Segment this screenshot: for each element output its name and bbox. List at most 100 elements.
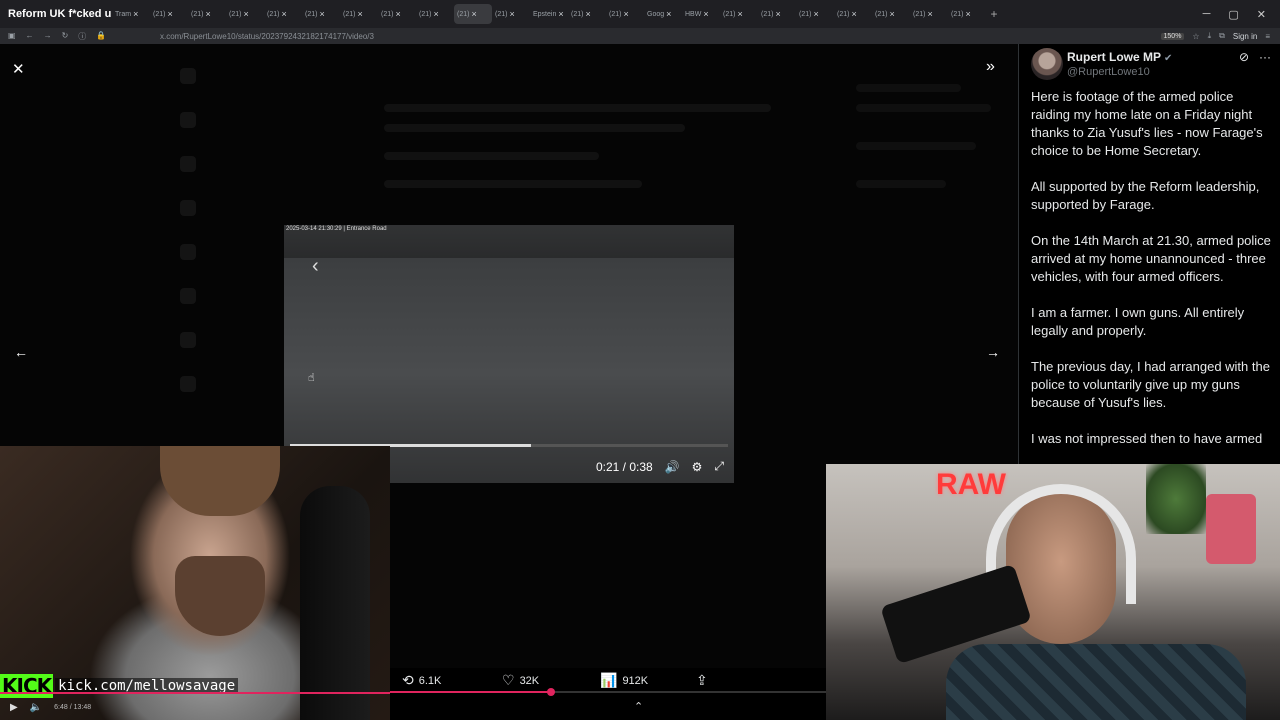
tab-active-title[interactable]: Reform UK f*cked up.. xyxy=(0,8,112,20)
tab-close-icon[interactable]: × xyxy=(927,9,932,19)
site-info-icon[interactable]: ⓘ xyxy=(78,31,86,42)
settings-icon[interactable]: ⚙ xyxy=(692,460,703,474)
like-button[interactable]: ♡ 32K xyxy=(502,672,539,689)
browser-tab[interactable]: (21) × xyxy=(872,4,910,24)
view-count: 912K xyxy=(622,674,649,687)
tab-close-icon[interactable]: × xyxy=(737,9,742,19)
stream-seek-bar[interactable] xyxy=(0,692,390,694)
browser-tab[interactable]: (21) × xyxy=(568,4,606,24)
browser-tab[interactable]: (21) × xyxy=(416,4,454,24)
tab-close-icon[interactable]: × xyxy=(281,9,286,19)
tab-label: (21) xyxy=(723,10,736,18)
pointer-cursor-icon: ☝ xyxy=(308,372,315,384)
chevron-left-icon[interactable]: ‹ xyxy=(312,255,319,278)
author-name[interactable]: Rupert Lowe MP ✔ xyxy=(1067,50,1172,64)
fullscreen-icon[interactable]: ⤢ xyxy=(714,459,724,474)
browser-tab[interactable]: (21) × xyxy=(720,4,758,24)
stream-seek-fill xyxy=(0,692,390,694)
playback-knob[interactable] xyxy=(547,688,556,696)
grok-icon[interactable]: ⊘ xyxy=(1239,50,1249,64)
browser-tab[interactable]: (21) × xyxy=(302,4,340,24)
tab-label: Epstein xyxy=(533,10,557,18)
browser-tab[interactable]: (21) × xyxy=(758,4,796,24)
tab-close-icon[interactable]: × xyxy=(851,9,856,19)
browser-tab[interactable]: (21) × xyxy=(834,4,872,24)
tab-close-icon[interactable]: × xyxy=(558,9,563,19)
browser-tab[interactable]: (21) × xyxy=(340,4,378,24)
tab-close-icon[interactable]: × xyxy=(243,9,248,19)
volume-icon[interactable]: 🔊 xyxy=(665,460,680,474)
sign-in-button[interactable]: Sign in xyxy=(1233,32,1257,41)
next-media-icon[interactable]: → xyxy=(986,344,1000,360)
browser-tab[interactable]: (21) × xyxy=(150,4,188,24)
streamer-webcam-left: KICK kick.com/mellowsavage ▶ 🔈 6:48 / 13… xyxy=(0,446,390,720)
download-icon[interactable]: ⤓ xyxy=(1208,31,1212,41)
tab-label: (21) xyxy=(381,10,394,18)
playback-bar[interactable] xyxy=(390,688,826,696)
browser-tab[interactable]: (21) × xyxy=(910,4,948,24)
sidebar-toggle-icon[interactable]: ▣ xyxy=(8,31,16,42)
tab-close-icon[interactable]: × xyxy=(395,9,400,19)
new-tab-button[interactable]: + xyxy=(986,7,1002,21)
video-player[interactable]: 2025-03-14 21:30:29 | Entrance Road ‹ ☝ … xyxy=(284,225,734,483)
play-icon[interactable]: ▶ xyxy=(10,702,18,713)
tab-close-icon[interactable]: × xyxy=(205,9,210,19)
streamer-webcam-right: RAW xyxy=(826,464,1280,720)
tab-close-icon[interactable]: × xyxy=(965,9,970,19)
browser-tab[interactable]: Goog × xyxy=(644,4,682,24)
browser-tab[interactable]: (21) × xyxy=(454,4,492,24)
mute-icon[interactable]: 🔈 xyxy=(30,702,42,713)
minimize-icon[interactable]: ─ xyxy=(1203,8,1211,20)
browser-tab[interactable]: (21) × xyxy=(378,4,416,24)
tab-close-icon[interactable]: × xyxy=(775,9,780,19)
close-window-icon[interactable]: ✕ xyxy=(1257,8,1266,21)
bookmark-star-icon[interactable]: ☆ xyxy=(1192,32,1199,41)
reload-icon[interactable]: ↻ xyxy=(62,31,69,42)
retweet-button[interactable]: ⟲ 6.1K xyxy=(402,672,441,689)
browser-menu-icon[interactable]: ≡ xyxy=(1265,32,1270,41)
browser-tab[interactable]: Tram × xyxy=(112,4,150,24)
maximize-icon[interactable]: ▢ xyxy=(1228,8,1238,21)
tab-close-icon[interactable]: × xyxy=(433,9,438,19)
lock-icon: 🔒 xyxy=(96,30,107,40)
previous-media-icon[interactable]: ← xyxy=(14,344,28,360)
bar-chart-icon: 📊 xyxy=(600,672,618,688)
browser-tab[interactable]: (21) × xyxy=(264,4,302,24)
share-button[interactable]: ⇪ xyxy=(696,672,708,689)
tab-close-icon[interactable]: × xyxy=(471,9,476,19)
tab-close-icon[interactable]: × xyxy=(889,9,894,19)
tab-close-icon[interactable]: × xyxy=(133,9,138,19)
dimmed-timeline xyxy=(384,104,814,200)
browser-tab[interactable]: (21) × xyxy=(492,4,530,24)
more-options-icon[interactable]: ··· xyxy=(1259,50,1271,64)
tab-close-icon[interactable]: × xyxy=(703,9,708,19)
back-icon[interactable]: ← xyxy=(26,31,34,42)
zoom-level[interactable]: 150% xyxy=(1160,32,1185,40)
browser-tab[interactable]: (21) × xyxy=(606,4,644,24)
browser-tab[interactable]: (21) × xyxy=(188,4,226,24)
browser-tab[interactable]: (21) × xyxy=(226,4,264,24)
tab-close-icon[interactable]: × xyxy=(585,9,590,19)
avatar[interactable] xyxy=(1031,48,1063,80)
tab-close-icon[interactable]: × xyxy=(319,9,324,19)
url-field[interactable]: x.com/RupertLowe10/status/20237924321821… xyxy=(160,32,1161,41)
tab-close-icon[interactable]: × xyxy=(666,9,671,19)
browser-tab[interactable]: Epstein × xyxy=(530,4,568,24)
tab-close-icon[interactable]: × xyxy=(623,9,628,19)
author-handle[interactable]: @RupertLowe10 xyxy=(1067,66,1150,78)
tab-close-icon[interactable]: × xyxy=(357,9,362,19)
expand-panel-icon[interactable]: » xyxy=(986,58,995,76)
tab-close-icon[interactable]: × xyxy=(509,9,514,19)
tab-label: (21) xyxy=(799,10,812,18)
close-icon[interactable]: ✕ xyxy=(12,60,25,78)
forward-icon[interactable]: → xyxy=(44,31,52,42)
tab-close-icon[interactable]: × xyxy=(813,9,818,19)
tweet-header: Rupert Lowe MP ✔ @RupertLowe10 ⊘ ··· xyxy=(1031,48,1271,84)
views-button[interactable]: 📊 912K xyxy=(600,672,648,689)
browser-tab[interactable]: (21) × xyxy=(796,4,834,24)
chevron-up-icon[interactable]: ⌃ xyxy=(634,700,643,713)
browser-tab[interactable]: HBW × xyxy=(682,4,720,24)
extensions-icon[interactable]: ⧉ xyxy=(1219,31,1225,41)
browser-tab[interactable]: (21) × xyxy=(948,4,986,24)
tab-close-icon[interactable]: × xyxy=(167,9,172,19)
